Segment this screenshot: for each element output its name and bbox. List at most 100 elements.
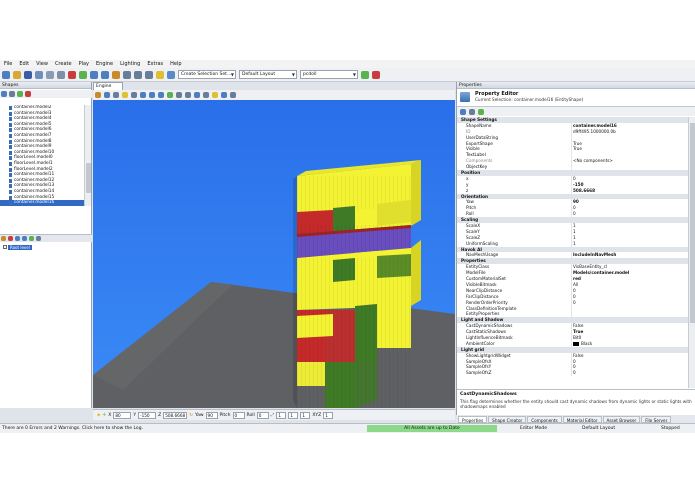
shading-icon[interactable] — [185, 92, 191, 98]
property-value-text: 508.6668 — [573, 187, 595, 193]
scale-icon[interactable] — [145, 70, 153, 79]
position-y-field[interactable]: -150 — [138, 411, 157, 419]
menu-create[interactable]: Create — [55, 61, 72, 67]
shape-name: floorLevel.model1 — [14, 160, 53, 166]
log-summary-link[interactable]: There are 0 Errors and 2 Warnings. Click… — [2, 426, 143, 431]
scroll-thumb[interactable] — [86, 163, 91, 193]
layer-root-item[interactable]: Root level — [3, 244, 32, 250]
layer-down-icon[interactable] — [22, 236, 27, 241]
play-icon[interactable] — [79, 70, 87, 79]
rotate-icon[interactable] — [134, 70, 142, 79]
alphabetical-icon[interactable] — [469, 108, 475, 115]
tab-file-server[interactable]: File Server — [641, 415, 672, 423]
property-row[interactable]: SampleOfsZ 0 — [457, 370, 695, 377]
light-icon[interactable] — [156, 70, 164, 79]
engine-viewport[interactable] — [93, 100, 455, 408]
add-icon[interactable] — [17, 91, 23, 97]
roll-field[interactable]: 0 — [256, 411, 269, 419]
stop-icon[interactable] — [372, 70, 380, 79]
view-menu-icon[interactable] — [95, 92, 101, 98]
copy-icon[interactable] — [57, 70, 65, 79]
layer-delete-icon[interactable] — [8, 236, 13, 241]
position-z-field[interactable]: 508.6668 — [163, 411, 188, 419]
shape-tree[interactable]: container.model2 container.model3 containe… — [0, 105, 84, 206]
rotate-gizmo-icon[interactable] — [149, 92, 155, 98]
snap-icon[interactable] — [131, 92, 137, 98]
tab-engine-view[interactable]: Engine View — [93, 82, 123, 96]
menu-edit[interactable]: Edit — [19, 61, 29, 67]
options-icon[interactable] — [230, 92, 236, 98]
shape-list-scrollbar[interactable] — [84, 105, 91, 206]
layers-toolbar — [0, 234, 92, 242]
scroll-thumb[interactable] — [690, 123, 695, 323]
editor-window: File Edit View Create Play Engine Lighti… — [0, 60, 695, 433]
property-grid-scrollbar[interactable] — [688, 117, 695, 388]
pick-icon[interactable] — [122, 92, 128, 98]
expand-icon[interactable] — [478, 108, 484, 115]
scale-gizmo-icon[interactable] — [158, 92, 164, 98]
transform-bar: ◆ ✛ X 80 Y -150 Z 508.6668 ↻ Yaw 90 Pitc… — [93, 409, 455, 420]
scale-mode-icon[interactable]: ⤢ — [271, 412, 275, 418]
rotate-mode-icon[interactable]: ↻ — [189, 413, 193, 418]
shape-list-item[interactable]: container.model16 — [0, 200, 84, 206]
camera-icon[interactable] — [167, 70, 175, 79]
menu-help[interactable]: Help — [170, 61, 181, 67]
description-text: This flag determines whether the entity … — [460, 399, 692, 409]
go-icon[interactable] — [361, 70, 369, 79]
delete-icon[interactable] — [68, 70, 76, 79]
tab-shape-creator[interactable]: Shape Creator — [488, 415, 527, 423]
save-all-icon[interactable] — [35, 70, 43, 79]
scale-z-field[interactable]: 1 — [300, 411, 311, 419]
menu-view[interactable]: View — [36, 61, 48, 67]
lighting-toggle-icon[interactable] — [212, 92, 218, 98]
position-x-field[interactable]: 80 — [113, 411, 132, 419]
sort-icon[interactable] — [9, 91, 15, 97]
property-value[interactable]: 0 — [573, 370, 683, 376]
save-icon[interactable] — [24, 70, 32, 79]
remove-icon[interactable] — [25, 91, 31, 97]
undo-icon[interactable] — [90, 70, 98, 79]
scale-x-field[interactable]: 1 — [276, 411, 287, 419]
scale-y-field[interactable]: 1 — [288, 411, 299, 419]
selection-set-dropdown[interactable]: Create Selection Set... ▼ — [178, 70, 236, 79]
filter-icon[interactable] — [1, 91, 7, 97]
local-space-icon[interactable] — [167, 92, 173, 98]
search-combo[interactable]: pcdoll ▼ — [300, 70, 358, 79]
layer-add-icon[interactable] — [1, 236, 6, 241]
uniform-scale-field[interactable]: 1 — [323, 411, 334, 419]
pitch-field[interactable]: 0 — [232, 411, 245, 419]
menu-file[interactable]: File — [4, 61, 12, 67]
property-grid[interactable]: Shape Settings ShapeName container.model16… — [457, 117, 695, 388]
tab-properties[interactable]: Properties — [458, 415, 488, 423]
menu-play[interactable]: Play — [79, 61, 89, 67]
menu-bar: File Edit View Create Play Engine Lighti… — [0, 60, 695, 68]
open-folder-icon[interactable] — [13, 70, 21, 79]
profiling-icon[interactable] — [221, 92, 227, 98]
render-mode-icon[interactable] — [176, 92, 182, 98]
new-icon[interactable] — [2, 70, 10, 79]
move-gizmo-icon[interactable] — [140, 92, 146, 98]
menu-engine[interactable]: Engine — [96, 61, 113, 67]
perspective-icon[interactable] — [194, 92, 200, 98]
layout-dropdown[interactable]: Default Layout ▼ — [239, 70, 297, 79]
layer-lock-icon[interactable] — [29, 236, 34, 241]
redo-icon[interactable] — [101, 70, 109, 79]
menu-lighting[interactable]: Lighting — [120, 61, 140, 67]
visibility-icon[interactable] — [203, 92, 209, 98]
select-icon[interactable] — [112, 70, 120, 79]
camera-mode-icon[interactable] — [104, 92, 110, 98]
menu-extras[interactable]: Extras — [147, 61, 163, 67]
layer-up-icon[interactable] — [15, 236, 20, 241]
tab-asset-browser[interactable]: Asset Browser — [602, 415, 641, 423]
categorized-icon[interactable] — [460, 108, 466, 115]
grid-icon[interactable] — [113, 92, 119, 98]
layer-settings-icon[interactable] — [36, 236, 41, 241]
tab-components[interactable]: Components — [527, 415, 562, 423]
entity-icon — [9, 106, 12, 110]
cut-icon[interactable] — [46, 70, 54, 79]
layer-visible-checkbox[interactable] — [3, 245, 7, 249]
tab-material-editor[interactable]: Material Editor — [562, 415, 602, 423]
move-mode-icon[interactable]: ✛ — [102, 413, 106, 418]
yaw-field[interactable]: 90 — [205, 411, 218, 419]
move-icon[interactable] — [123, 70, 131, 79]
